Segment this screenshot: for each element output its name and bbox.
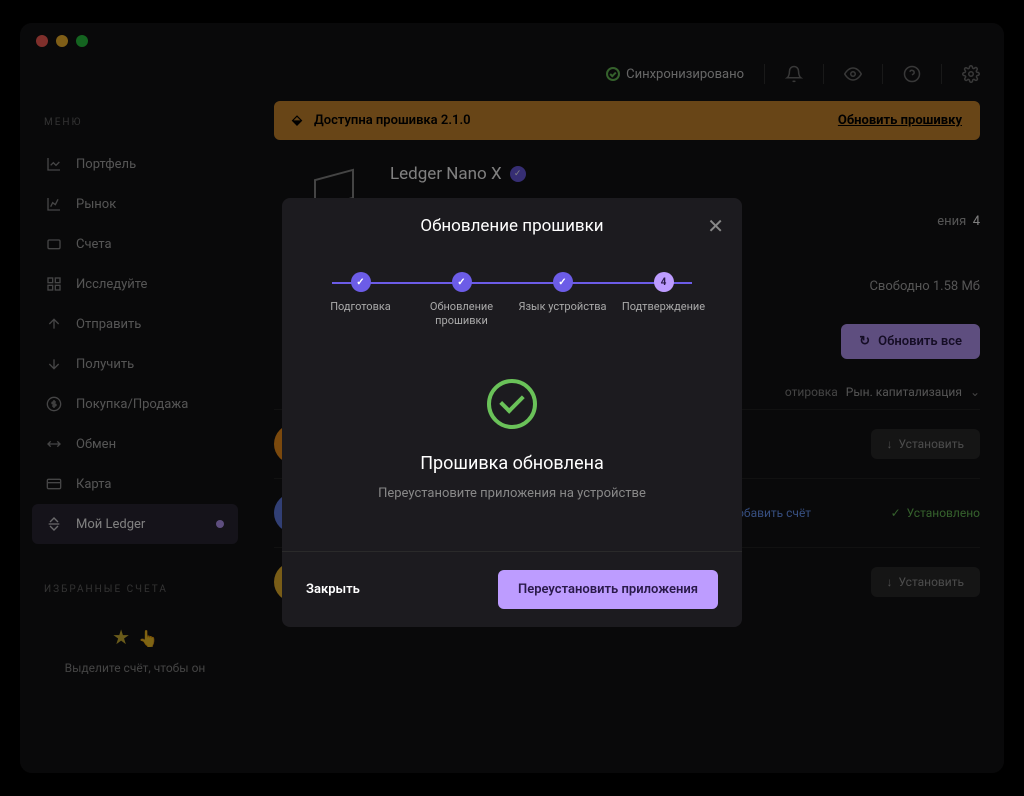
step-check-icon: ✓ <box>452 272 472 292</box>
step-check-icon: ✓ <box>351 272 371 292</box>
success-check-icon <box>487 379 537 429</box>
close-icon[interactable]: ✕ <box>707 214 724 238</box>
step-label: Подтверждение <box>622 300 705 314</box>
modal-overlay: Обновление прошивки ✕ ✓ Подготовка ✓ Обновл… <box>20 23 1004 773</box>
step: ✓ Подготовка <box>310 272 411 329</box>
modal-footer: Закрыть Переустановить приложения <box>282 551 742 627</box>
modal-title: Обновление прошивки <box>420 216 603 236</box>
step-check-icon: ✓ <box>553 272 573 292</box>
close-button[interactable]: Закрыть <box>306 582 360 597</box>
step-label: Язык устройства <box>518 300 606 314</box>
firmware-update-modal: Обновление прошивки ✕ ✓ Подготовка ✓ Обновл… <box>282 198 742 627</box>
success-subtitle: Переустановите приложения на устройстве <box>312 486 712 501</box>
step: ✓ Язык устройства <box>512 272 613 329</box>
modal-body: Прошивка обновлена Переустановите прилож… <box>282 339 742 551</box>
progress-steps: ✓ Подготовка ✓ Обновление прошивки ✓ Язык уст… <box>282 254 742 339</box>
modal-header: Обновление прошивки ✕ <box>282 198 742 254</box>
step-label: Подготовка <box>330 300 391 314</box>
step-dot-icon: 4 <box>654 272 674 292</box>
app-window: Синхронизировано МЕНЮ ПортфельРынокСчета… <box>20 23 1004 773</box>
reinstall-apps-button[interactable]: Переустановить приложения <box>498 570 718 609</box>
step-label: Обновление прошивки <box>411 300 512 329</box>
step: ✓ Обновление прошивки <box>411 272 512 329</box>
success-title: Прошивка обновлена <box>312 453 712 474</box>
step: 4 Подтверждение <box>613 272 714 329</box>
